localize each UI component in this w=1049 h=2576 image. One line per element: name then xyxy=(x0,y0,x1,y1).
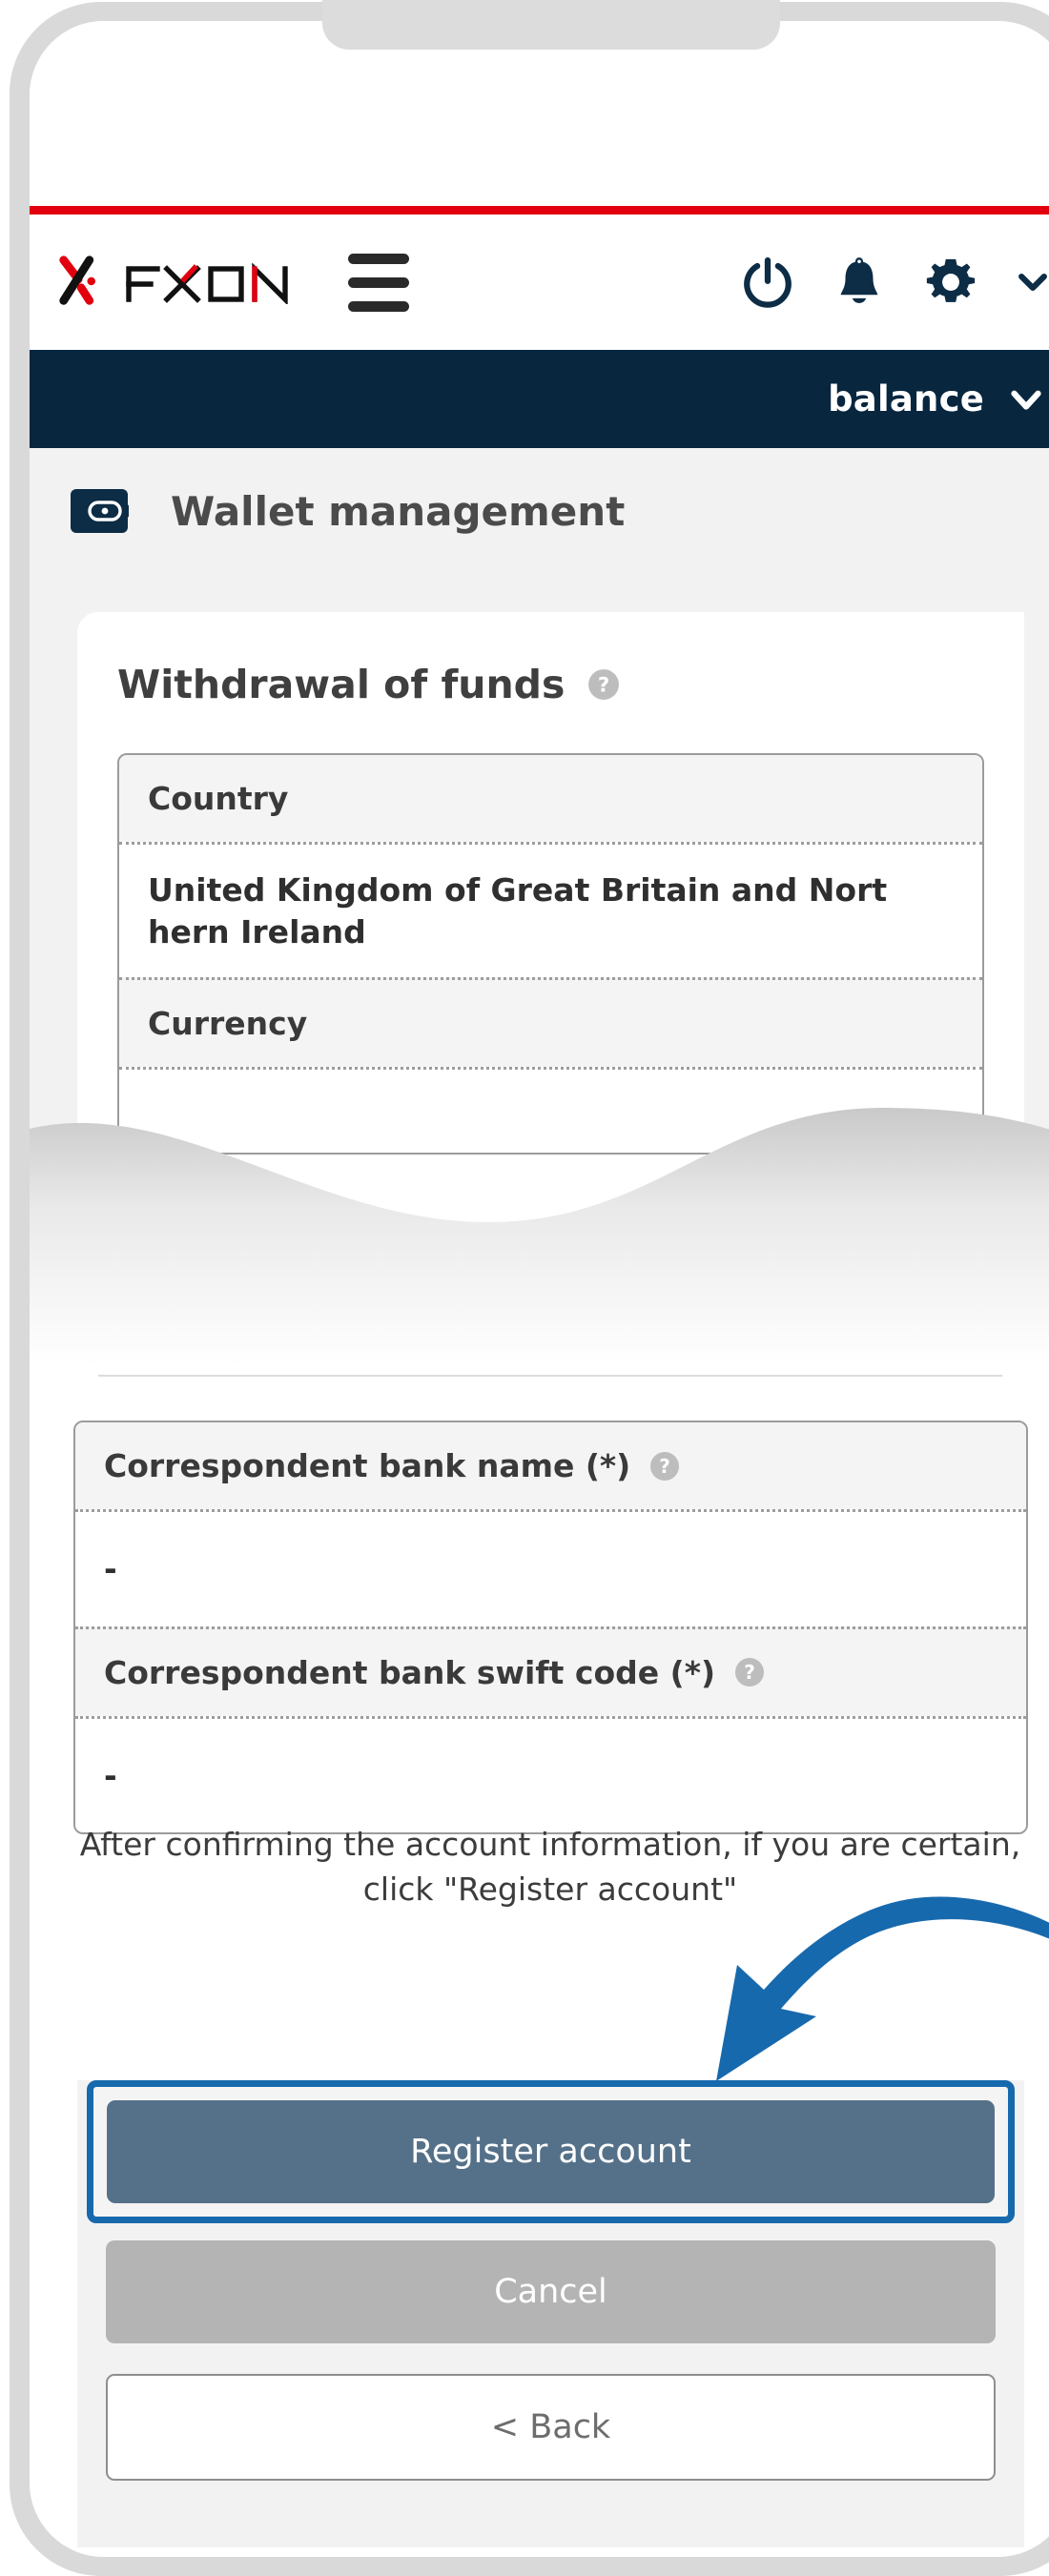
hamburger-bar xyxy=(348,253,409,264)
table-cell-label: Country xyxy=(148,780,289,817)
fxon-wordmark-icon xyxy=(126,262,288,304)
section-divider xyxy=(98,1375,1002,1377)
page-title-row: Wallet management xyxy=(30,467,1049,555)
app-viewport: balance Wallet management Withdrawal of … xyxy=(30,21,1049,2557)
power-icon[interactable] xyxy=(740,255,795,310)
register-account-highlight: Register account xyxy=(87,2080,1015,2223)
wallet-icon xyxy=(71,489,129,533)
brand-accent-bar xyxy=(30,206,1049,215)
svg-text:?: ? xyxy=(659,1455,670,1478)
svg-text:?: ? xyxy=(598,673,609,697)
correspondent-bank-table-wrap: Correspondent bank name (*) ? - Correspo… xyxy=(30,1421,1049,1835)
table-cell-value: United Kingdom of Great Britain and Nort… xyxy=(148,871,888,951)
svg-text:?: ? xyxy=(952,1269,963,1293)
card-heading: Withdrawal of funds xyxy=(117,662,566,707)
question-mark-help-icon[interactable]: ? xyxy=(587,668,620,701)
balance-label: balance xyxy=(828,378,984,419)
phone-mockup-frame: balance Wallet management Withdrawal of … xyxy=(10,0,1049,2576)
table-row: United Kingdom of Great Britain and Nort… xyxy=(119,842,982,978)
chevron-down-icon[interactable] xyxy=(1015,264,1049,300)
page-title: Wallet management xyxy=(171,487,626,535)
table-row: - xyxy=(75,1715,1026,1833)
withdrawal-info-table: Country United Kingdom of Great Britain … xyxy=(117,753,984,1155)
instruction-text: After confirming the account information… xyxy=(79,1826,1021,1908)
balance-bar[interactable]: balance xyxy=(30,350,1049,448)
question-mark-help-icon[interactable]: ? xyxy=(734,1657,765,1687)
table-row xyxy=(119,1067,982,1154)
phone-notch xyxy=(321,0,780,50)
table-cell-label: Correspondent bank swift code (*) xyxy=(104,1653,716,1691)
table-row: Currency xyxy=(119,977,982,1068)
section-heading: Intermediary bank information (if requir… xyxy=(96,1248,749,1329)
table-row: Country xyxy=(119,755,982,842)
table-cell-value: - xyxy=(104,1756,117,1794)
bell-icon[interactable] xyxy=(832,255,887,310)
chevron-down-icon[interactable] xyxy=(1007,380,1045,419)
section-heading-row: Intermediary bank information (if requir… xyxy=(96,1247,974,1331)
header-actions xyxy=(740,255,1049,310)
phone-screen: balance Wallet management Withdrawal of … xyxy=(30,21,1049,2557)
card-heading-row: Withdrawal of funds ? xyxy=(77,612,1024,707)
hamburger-bar xyxy=(348,276,409,288)
register-account-button[interactable]: Register account xyxy=(107,2100,995,2203)
table-cell-label: Correspondent bank name (*) xyxy=(104,1447,631,1484)
table-cell-value: - xyxy=(104,1550,117,1587)
table-row: - xyxy=(75,1509,1026,1626)
brand-logo[interactable] xyxy=(54,253,295,312)
hamburger-bar xyxy=(348,300,409,312)
table-row: Correspondent bank swift code (*) ? xyxy=(75,1625,1026,1716)
svg-text:?: ? xyxy=(744,1661,755,1684)
table-cell-label: Currency xyxy=(148,1005,308,1043)
action-button-stack: Register account Cancel < Back xyxy=(77,2080,1024,2547)
back-button[interactable]: < Back xyxy=(106,2374,996,2481)
question-mark-help-icon[interactable]: ? xyxy=(649,1451,680,1482)
table-row: Correspondent bank name (*) ? xyxy=(75,1422,1026,1509)
question-mark-help-icon[interactable]: ? xyxy=(941,1264,974,1297)
correspondent-bank-table: Correspondent bank name (*) ? - Correspo… xyxy=(73,1421,1028,1835)
hamburger-menu-icon[interactable] xyxy=(348,253,415,312)
fxon-x-logo-icon xyxy=(59,256,96,305)
app-header xyxy=(30,215,1049,350)
gear-icon[interactable] xyxy=(923,255,978,310)
cancel-button[interactable]: Cancel xyxy=(106,2240,996,2343)
